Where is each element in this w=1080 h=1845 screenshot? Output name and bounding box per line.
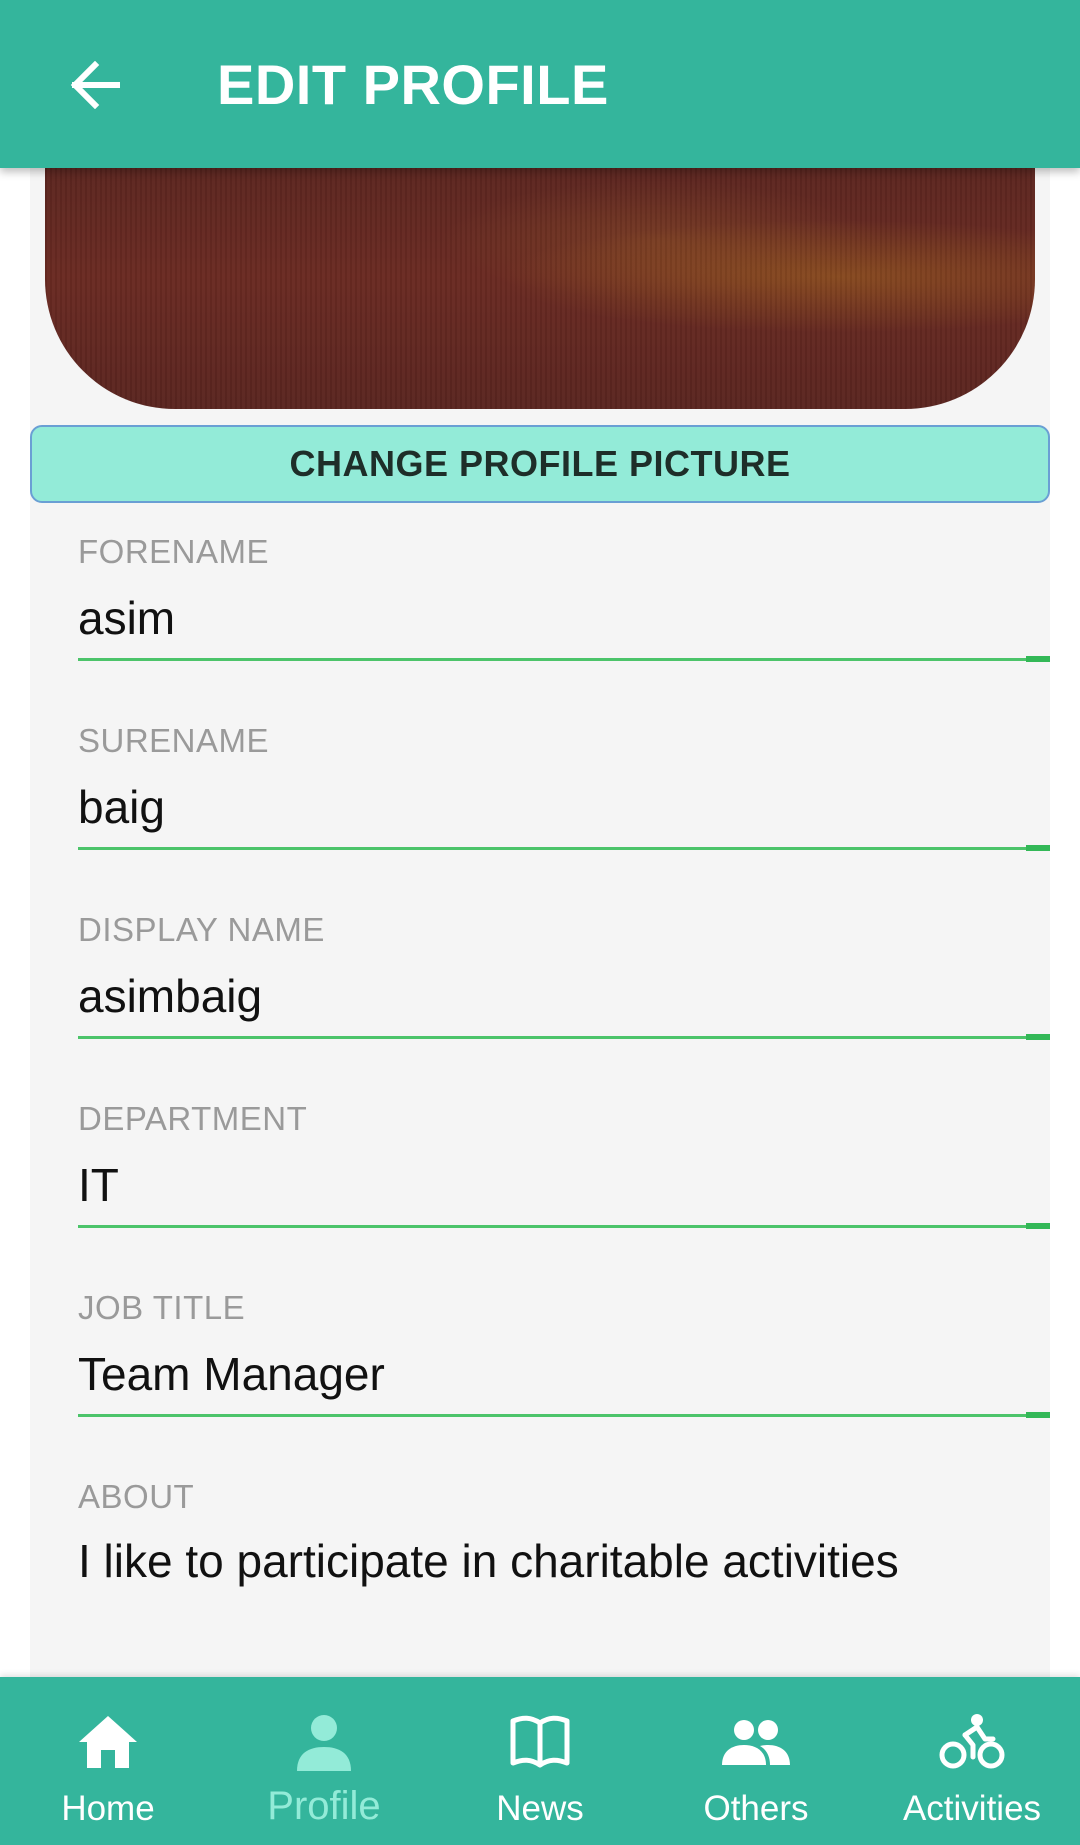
nav-others-label: Others [703,1789,809,1828]
forename-label: FORENAME [78,533,270,570]
home-icon [73,1707,143,1777]
nav-home[interactable]: Home [0,1677,216,1845]
nav-profile[interactable]: Profile [216,1677,432,1845]
forename-underline [78,656,1050,662]
book-icon [505,1707,575,1777]
job-title-label: JOB TITLE [78,1289,246,1326]
forename-input[interactable] [78,583,1050,653]
person-icon [289,1707,359,1777]
nav-activities-label: Activities [902,1789,1042,1828]
about-input[interactable] [78,1526,1050,1596]
back-button[interactable] [60,50,130,120]
surename-underline [78,845,1050,851]
department-label: DEPARTMENT [78,1100,308,1137]
arrow-left-icon [70,61,120,109]
about-field: ABOUT [78,1448,1050,1637]
top-app-bar: EDIT PROFILE [0,0,1080,168]
job-title-input[interactable] [78,1339,1050,1409]
nav-news[interactable]: News [432,1677,648,1845]
nav-others[interactable]: Others [648,1677,864,1845]
job-title-underline [78,1412,1050,1418]
department-underline [78,1223,1050,1229]
display-name-underline [78,1034,1050,1040]
about-label: ABOUT [78,1478,195,1515]
job-title-field: JOB TITLE [78,1259,1050,1448]
profile-form-card: CHANGE PROFILE PICTURE FORENAME SURENAME… [30,168,1050,1678]
nav-home-label: Home [61,1789,155,1828]
surename-label: SURENAME [78,722,270,759]
display-name-label: DISPLAY NAME [78,911,325,948]
department-input[interactable] [78,1150,1050,1220]
department-field: DEPARTMENT [78,1070,1050,1259]
bottom-navigation: Home Profile News Others Activities [0,1677,1080,1845]
profile-picture [45,168,1035,409]
surename-field: SURENAME [78,692,1050,881]
forename-field: FORENAME [78,503,1050,692]
nav-activities[interactable]: Activities [864,1677,1080,1845]
surename-input[interactable] [78,772,1050,842]
edit-profile-screen: EDIT PROFILE CHANGE PROFILE PICTURE FORE… [0,0,1080,1845]
display-name-field: DISPLAY NAME [78,881,1050,1070]
people-icon [721,1707,791,1777]
display-name-input[interactable] [78,961,1050,1031]
page-title: EDIT PROFILE [217,53,609,116]
nav-profile-label: Profile [267,1784,381,1828]
bicycle-icon [937,1707,1007,1777]
nav-news-label: News [496,1789,584,1828]
change-profile-picture-button[interactable]: CHANGE PROFILE PICTURE [30,425,1050,503]
